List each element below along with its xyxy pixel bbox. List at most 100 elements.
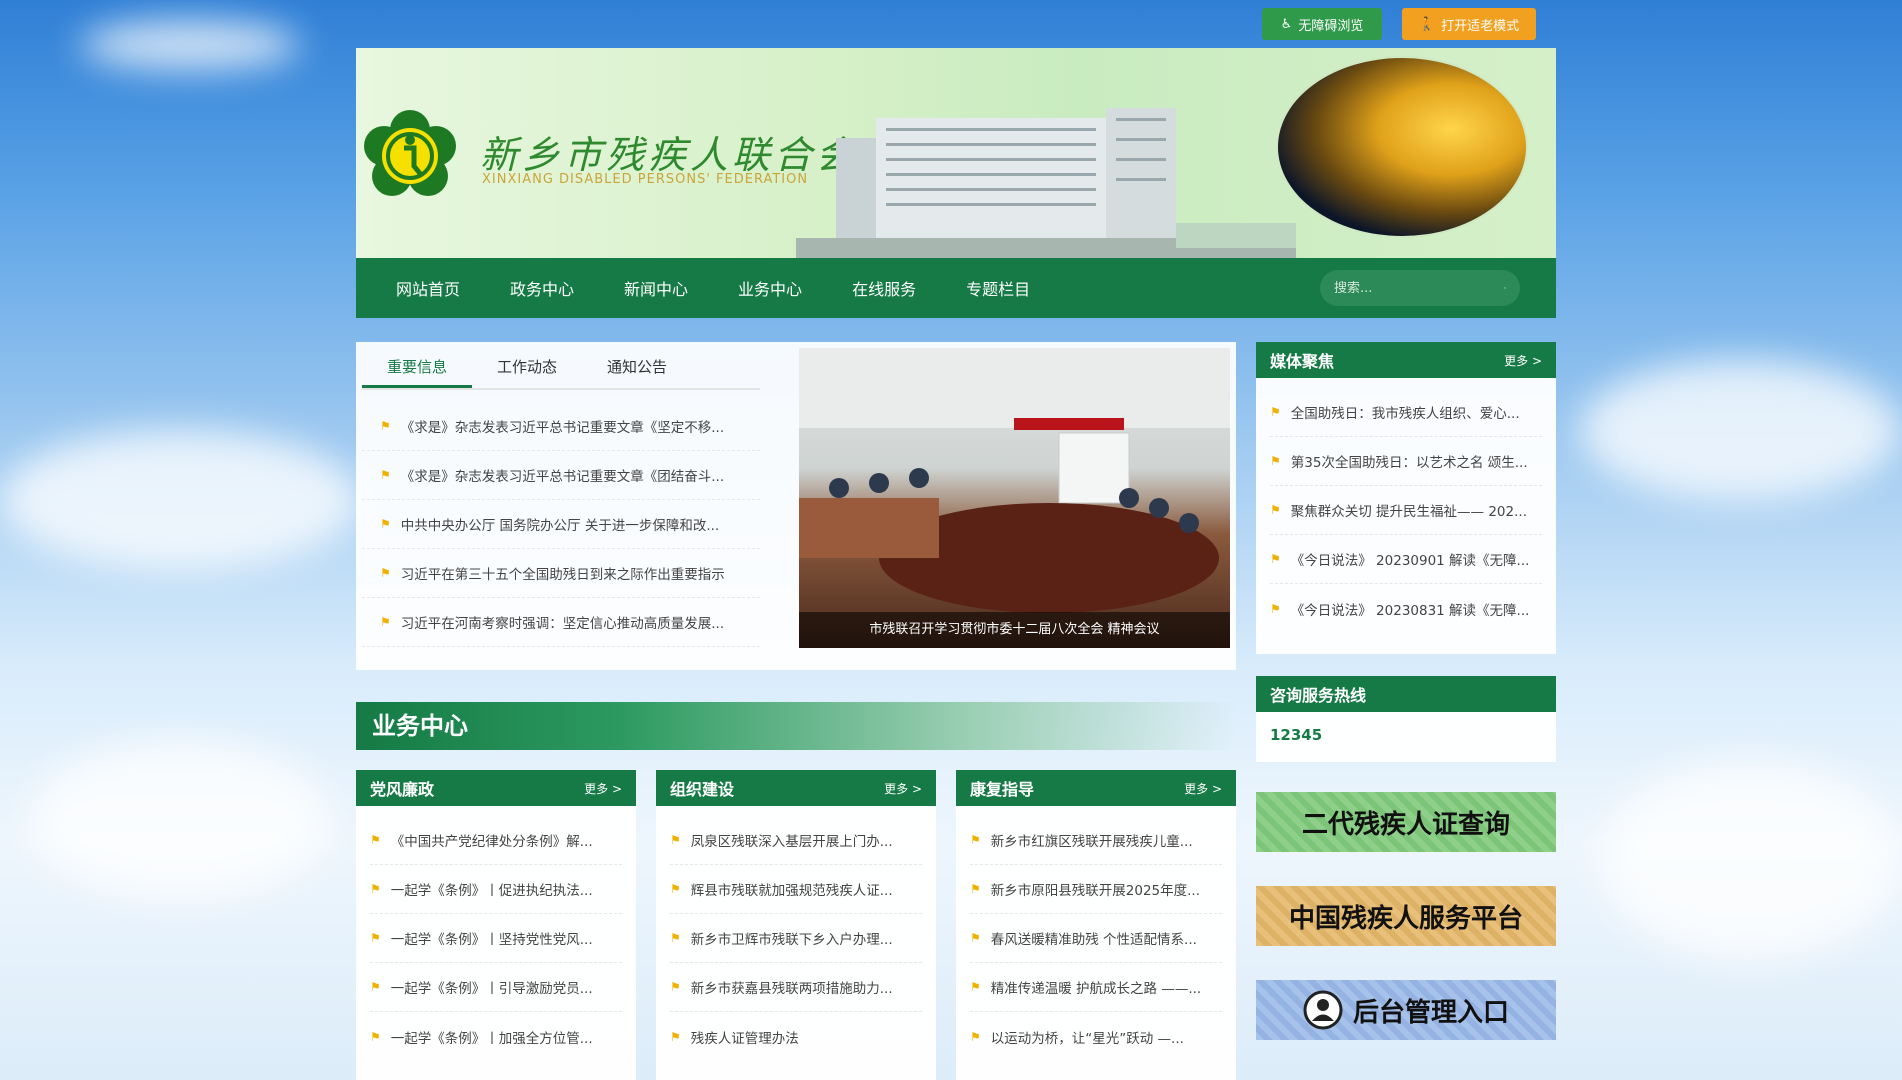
media-more-link[interactable]: 更多 > [1504, 352, 1542, 369]
list-item[interactable]: ⚑ 凤泉区残联深入基层开展上门办... [670, 816, 922, 865]
list-item[interactable]: ⚑ 新乡市红旗区残联开展残疾儿童... [970, 816, 1222, 865]
admin-entry-link[interactable]: 后台管理入口 [1256, 980, 1556, 1040]
hotline-title: 咨询服务热线 [1270, 686, 1367, 705]
nav-news[interactable]: 新闻中心 [599, 276, 713, 300]
building-illustration [796, 108, 1296, 258]
list-item[interactable]: ⚑ 《今日说法》 20230901 解读《无障... [1270, 535, 1542, 584]
photo-caption: 市残联召开学习贯彻市委十二届八次全会 精神会议 [799, 612, 1230, 648]
disability-card-query-link[interactable]: 二代残疾人证查询 [1256, 792, 1556, 852]
flag-icon: ⚑ [370, 833, 381, 847]
column-header: 组织建设 更多 > [656, 770, 936, 806]
list-item[interactable]: ⚑ 新乡市获嘉县残联两项措施助力... [670, 963, 922, 1012]
list-item[interactable]: ⚑ 新乡市原阳县残联开展2025年度... [970, 865, 1222, 914]
list-item[interactable]: ⚑ 残疾人证管理办法 [670, 1012, 922, 1061]
list-item[interactable]: ⚑ 《求是》杂志发表习近平总书记重要文章《团结奋斗... [362, 451, 760, 500]
news-tabs: 重要信息 工作动态 通知公告 [362, 350, 760, 390]
nav-government[interactable]: 政务中心 [485, 276, 599, 300]
accessibility-icon: ♿ [1280, 16, 1293, 32]
cloud-decoration [1600, 760, 1900, 960]
main-nav: 网站首页 政务中心 新闻中心 业务中心 在线服务 专题栏目 [356, 258, 1556, 318]
column-more-link[interactable]: 更多 > [1184, 780, 1222, 797]
column-title: 组织建设 [670, 780, 735, 799]
business-column-organization: 组织建设 更多 > ⚑ 凤泉区残联深入基层开展上门办... ⚑ 辉县市残联就加强规范… [656, 770, 936, 1080]
column-more-link[interactable]: 更多 > [584, 780, 622, 797]
list-item[interactable]: ⚑ 一起学《条例》丨加强全方位管... [370, 1012, 622, 1061]
list-item[interactable]: ⚑ 一起学《条例》丨坚持党性党风... [370, 914, 622, 963]
flag-icon: ⚑ [370, 980, 381, 994]
nav-business[interactable]: 业务中心 [713, 276, 827, 300]
user-avatar-icon [1303, 990, 1343, 1030]
media-focus-header: 媒体聚焦 更多 > [1256, 342, 1556, 378]
hotline-header: 咨询服务热线 [1256, 676, 1556, 712]
federation-logo[interactable] [364, 110, 456, 198]
list-item[interactable]: ⚑ 一起学《条例》丨促进执纪执法... [370, 865, 622, 914]
list-item[interactable]: ⚑ 精准传递温暖 护航成长之路 ——... [970, 963, 1222, 1012]
tab-important[interactable]: 重要信息 [362, 350, 472, 388]
flag-icon: ⚑ [380, 517, 391, 531]
column-more-link[interactable]: 更多 > [884, 780, 922, 797]
list-item[interactable]: ⚑ 中共中央办公厅 国务院办公厅 关于进一步保障和改... [362, 500, 760, 549]
flag-icon: ⚑ [380, 615, 391, 629]
item-title: 一起学《条例》丨坚持党性党风... [390, 932, 593, 948]
nav-special-topics[interactable]: 专题栏目 [941, 276, 1055, 300]
list-item[interactable]: ⚑ 一起学《条例》丨引导激励党员... [370, 963, 622, 1012]
meeting-photo [799, 348, 1230, 613]
flag-icon: ⚑ [370, 1029, 381, 1044]
flag-icon: ⚑ [370, 931, 381, 945]
service-platform-label: 中国残疾人服务平台 [1288, 903, 1523, 934]
list-item[interactable]: ⚑ 聚焦群众关切 提升民生福祉—— 202... [1270, 486, 1542, 535]
column-title: 党风廉政 [370, 780, 435, 799]
tab-notices[interactable]: 通知公告 [582, 350, 692, 388]
flag-icon: ⚑ [1270, 503, 1281, 517]
list-item[interactable]: ⚑ 以运动为桥，让“星光”跃动 —... [970, 1012, 1222, 1061]
flag-icon: ⚑ [670, 931, 681, 945]
hotline-panel: 咨询服务热线 12345 [1256, 676, 1556, 762]
list-item[interactable]: ⚑ 辉县市残联就加强规范残疾人证... [670, 865, 922, 914]
item-title: 新乡市原阳县残联开展2025年度... [990, 883, 1200, 899]
cloud-decoration [30, 740, 330, 900]
service-platform-link[interactable]: 中国残疾人服务平台 [1256, 886, 1556, 946]
flag-icon: ⚑ [970, 931, 981, 945]
news-item-title: 习近平在河南考察时强调：坚定信心推动高质量发展... [400, 616, 725, 632]
item-title: 《中国共产党纪律处分条例》解... [390, 834, 593, 850]
flag-icon: ⚑ [1270, 405, 1281, 419]
column-title: 康复指导 [970, 780, 1035, 799]
list-item[interactable]: ⚑ 春风送暖精准助残 个性适配情系... [970, 914, 1222, 963]
hotline-number: 12345 [1270, 726, 1323, 744]
elder-mode-button[interactable]: 🚶 打开适老模式 [1402, 8, 1536, 40]
column-header: 康复指导 更多 > [956, 770, 1236, 806]
news-item-title: 习近平在第三十五个全国助残日到来之际作出重要指示 [400, 567, 725, 583]
list-item[interactable]: ⚑ 习近平在第三十五个全国助残日到来之际作出重要指示 [362, 549, 760, 598]
tab-work-updates[interactable]: 工作动态 [472, 350, 582, 388]
column-header: 党风廉政 更多 > [356, 770, 636, 806]
accessible-browse-button[interactable]: ♿ 无障碍浏览 [1262, 8, 1382, 40]
search-input[interactable] [1334, 280, 1504, 296]
list-item[interactable]: ⚑ 《中国共产党纪律处分条例》解... [370, 816, 622, 865]
site-subtitle: XINXIANG DISABLED PERSONS' FEDERATION [482, 172, 809, 187]
nav-home[interactable]: 网站首页 [356, 276, 485, 300]
list-item[interactable]: ⚑ 第35次全国助残日：以艺术之名 颂生... [1270, 437, 1542, 486]
list-item[interactable]: ⚑ 全国助残日：我市残疾人组织、爱心... [1270, 388, 1542, 437]
news-carousel-photo[interactable]: 市残联召开学习贯彻市委十二届八次全会 精神会议 [799, 348, 1230, 648]
news-item-title: 《求是》杂志发表习近平总书记重要文章《坚定不移... [400, 420, 725, 436]
search-icon[interactable] [1504, 280, 1506, 296]
media-focus-panel: 媒体聚焦 更多 > ⚑ 全国助残日：我市残疾人组织、爱心... ⚑ 第35次全国助残… [1256, 342, 1556, 654]
list-item[interactable]: ⚑ 习近平在河南考察时强调：坚定信心推动高质量发展... [362, 598, 760, 647]
list-item[interactable]: ⚑ 新乡市卫辉市残联下乡入户办理... [670, 914, 922, 963]
flag-icon: ⚑ [670, 833, 681, 847]
media-item-title: 聚焦群众关切 提升民生福祉—— 202... [1290, 504, 1527, 520]
flag-icon: ⚑ [370, 882, 381, 896]
flag-icon: ⚑ [670, 980, 681, 994]
night-building-photo [1276, 56, 1528, 238]
admin-entry-label: 后台管理入口 [1352, 997, 1509, 1028]
media-item-title: 全国助残日：我市残疾人组织、爱心... [1290, 406, 1520, 422]
flag-icon: ⚑ [1270, 454, 1281, 468]
nav-online-service[interactable]: 在线服务 [827, 276, 941, 300]
list-item[interactable]: ⚑ 《今日说法》 20230831 解读《无障... [1270, 584, 1542, 633]
cloud-decoration [0, 430, 360, 570]
media-item-title: 《今日说法》 20230831 解读《无障... [1290, 602, 1530, 619]
item-title: 新乡市卫辉市残联下乡入户办理... [690, 932, 893, 948]
item-title: 春风送暖精准助残 个性适配情系... [990, 932, 1197, 948]
list-item[interactable]: ⚑ 《求是》杂志发表习近平总书记重要文章《坚定不移... [362, 402, 760, 451]
cloud-decoration [80, 20, 300, 70]
